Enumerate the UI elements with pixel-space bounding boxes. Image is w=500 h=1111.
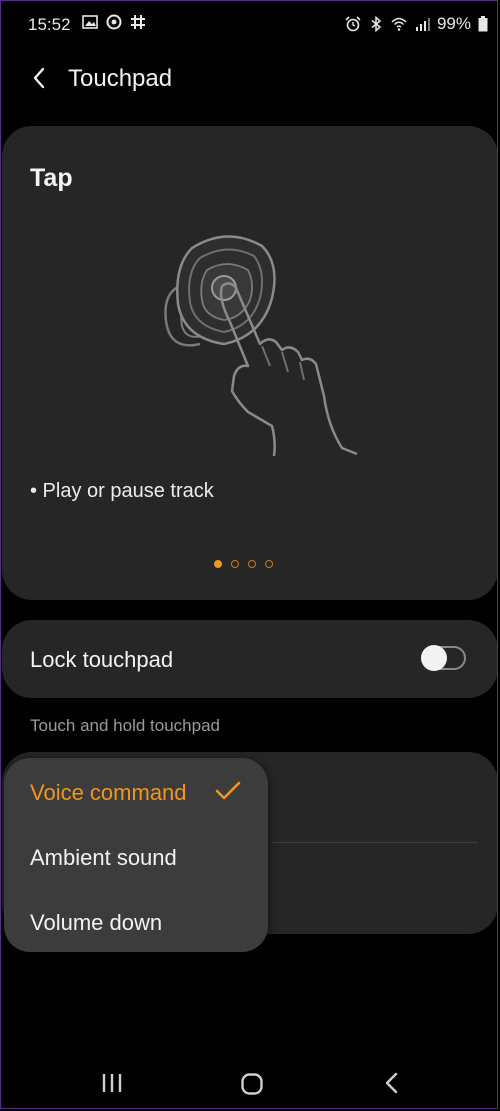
divider bbox=[272, 842, 478, 843]
page-title: Touchpad bbox=[68, 65, 173, 92]
gesture-description: • Play or pause track bbox=[30, 480, 214, 502]
gesture-card[interactable]: Tap • Play or pause track bbox=[2, 126, 498, 600]
back-arrow-icon[interactable] bbox=[26, 64, 54, 92]
status-time: 15:52 bbox=[28, 15, 71, 34]
page-dot[interactable] bbox=[248, 560, 256, 568]
app-header: Touchpad bbox=[0, 52, 500, 108]
image-icon bbox=[82, 15, 98, 29]
slack-icon bbox=[131, 15, 145, 29]
page-dot[interactable] bbox=[265, 560, 273, 568]
wifi-icon bbox=[391, 17, 407, 31]
option-ambient-sound[interactable]: Ambient sound bbox=[30, 845, 177, 871]
gesture-title: Tap bbox=[30, 164, 73, 192]
page-dot[interactable] bbox=[214, 560, 222, 568]
page-dot[interactable] bbox=[231, 560, 239, 568]
toggle-knob bbox=[421, 645, 447, 671]
recent-apps-icon[interactable] bbox=[101, 1073, 123, 1093]
circle-icon bbox=[106, 14, 122, 30]
signal-icon bbox=[415, 18, 430, 31]
page-indicator bbox=[214, 560, 273, 568]
alarm-icon bbox=[345, 16, 361, 32]
touch-hold-dropdown: Voice command Ambient sound Volume down bbox=[4, 758, 268, 952]
home-icon[interactable] bbox=[240, 1072, 264, 1096]
navigation-bar bbox=[0, 1050, 500, 1110]
bluetooth-icon bbox=[371, 16, 382, 32]
lock-touchpad-row[interactable]: Lock touchpad bbox=[2, 620, 498, 698]
battery-icon bbox=[478, 16, 488, 32]
lock-touchpad-toggle[interactable] bbox=[421, 645, 466, 671]
option-volume-down[interactable]: Volume down bbox=[30, 910, 162, 936]
touch-hold-section-label: Touch and hold touchpad bbox=[30, 716, 220, 735]
lock-touchpad-label: Lock touchpad bbox=[30, 647, 174, 672]
status-bar: 15:52 99% bbox=[0, 0, 500, 48]
battery-percent: 99% bbox=[436, 14, 471, 33]
back-icon[interactable] bbox=[382, 1071, 400, 1095]
checkmark-icon bbox=[215, 781, 241, 800]
option-voice-command[interactable]: Voice command bbox=[30, 780, 187, 806]
earbud-tap-illustration bbox=[164, 235, 358, 456]
